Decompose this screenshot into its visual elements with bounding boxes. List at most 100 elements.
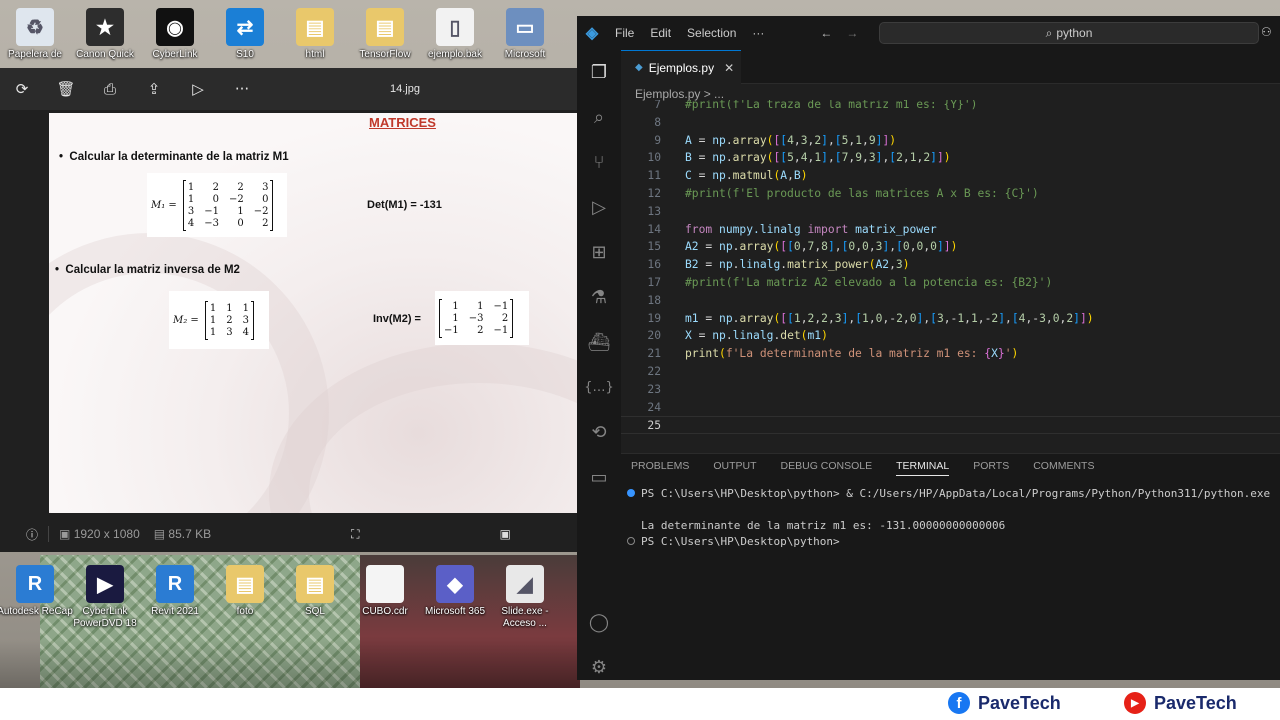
- slideshow-icon[interactable]: ▷: [176, 68, 220, 110]
- code-token: #print(f'La matriz A2 elevado a la poten…: [685, 276, 1053, 289]
- source-control-icon[interactable]: ⑂: [577, 140, 621, 185]
- code-line[interactable]: 18: [621, 292, 1280, 310]
- code-token: ,: [862, 151, 869, 165]
- code-token: A: [685, 133, 692, 147]
- rotate-icon[interactable]: ⟳: [0, 68, 44, 110]
- code-line[interactable]: 10 B = np.array([[5,4,1],[7,9,3],[2,1,2]]…: [621, 149, 1280, 167]
- account-icon[interactable]: ◯: [577, 600, 621, 645]
- menu-file[interactable]: File: [607, 26, 642, 40]
- code-line[interactable]: 17 #print(f'La matriz A2 elevado a la pot…: [621, 274, 1280, 292]
- tab-ejemplos-py[interactable]: ◆ Ejemplos.py ✕: [621, 50, 741, 84]
- desktop-shortcut[interactable]: CUBO.cdr: [345, 565, 425, 618]
- panel-tab-comments[interactable]: COMMENTS: [1033, 460, 1094, 476]
- code-editor[interactable]: 7 #print(f'La traza de la matriz m1 es: {…: [621, 100, 1280, 450]
- code-line[interactable]: 21 print(f'La determinante de la matriz m…: [621, 345, 1280, 363]
- fit-to-window-icon[interactable]: ⛶: [351, 527, 359, 542]
- matrix-cell: −1: [204, 205, 219, 217]
- code-token: array: [739, 240, 774, 254]
- back-arrow-icon[interactable]: ←: [820, 26, 832, 40]
- desktop-shortcut[interactable]: ▯ ejemplo.bak: [415, 8, 495, 61]
- desktop-shortcut[interactable]: R Revit 2021: [135, 565, 215, 618]
- code-token: X: [991, 347, 998, 361]
- code-line[interactable]: 24: [621, 399, 1280, 417]
- code-line[interactable]: 25: [621, 416, 1280, 435]
- code-line[interactable]: 11 C = np.matmul(A,B): [621, 167, 1280, 185]
- delete-icon[interactable]: 🗑: [44, 68, 88, 110]
- search-view-icon[interactable]: ⌕: [577, 95, 621, 140]
- desktop-shortcut-label: CyberLink: [152, 49, 198, 60]
- matrix-cell: 1: [209, 302, 217, 314]
- share-icon[interactable]: ⇪: [132, 68, 176, 110]
- code-token: 3: [936, 311, 944, 325]
- extensions-icon[interactable]: ⊞: [577, 230, 621, 275]
- code-token: ): [889, 133, 897, 147]
- desktop-shortcut[interactable]: ▭ Microsoft: [485, 8, 565, 61]
- desktop-shortcut[interactable]: ◢ Slide.exe - Acceso ...: [485, 565, 565, 630]
- panel-tab-terminal[interactable]: TERMINAL: [896, 460, 950, 476]
- desktop-shortcut[interactable]: ◉ CyberLink: [135, 8, 215, 61]
- panel-tab-ports[interactable]: PORTS: [973, 460, 1009, 476]
- menu-more[interactable]: ···: [744, 26, 772, 40]
- code-line[interactable]: 7 #print(f'La traza de la matriz m1 es: {…: [621, 100, 1280, 114]
- chat-icon[interactable]: ▭: [577, 455, 621, 500]
- more-options-icon[interactable]: ···: [220, 68, 264, 110]
- code-line[interactable]: 13: [621, 203, 1280, 221]
- menu-selection[interactable]: Selection: [679, 26, 744, 40]
- copilot-icon[interactable]: ⚇: [1261, 25, 1272, 39]
- code-token: 1: [862, 311, 869, 325]
- desktop-shortcut-label: ejemplo.bak: [428, 49, 482, 60]
- code-line[interactable]: 19 m1 = np.array([[1,2,2,3],[1,0,-2,0],[3…: [621, 310, 1280, 328]
- desktop-shortcut[interactable]: ▤ TensorFlow: [345, 8, 425, 61]
- print-icon[interactable]: ⎙: [88, 68, 132, 110]
- explorer-icon[interactable]: ❐: [577, 50, 621, 95]
- testing-icon[interactable]: ⚗: [577, 275, 621, 320]
- desktop-shortcut[interactable]: R Autodesk ReCap: [0, 565, 75, 618]
- matrix-cell: −2: [253, 205, 269, 217]
- desktop-shortcut[interactable]: ◆ Microsoft 365: [415, 565, 495, 618]
- desktop-shortcut[interactable]: ⇄ S10: [205, 8, 285, 61]
- slide-exe-icon: ◢: [506, 565, 544, 603]
- line-number: 19: [647, 311, 661, 325]
- command-center-search[interactable]: ⌕ python: [879, 22, 1259, 44]
- panel-tab-output[interactable]: OUTPUT: [713, 460, 756, 476]
- code-token: 0: [862, 240, 869, 254]
- docker-icon[interactable]: ⛴: [577, 320, 621, 365]
- code-line[interactable]: 14 from numpy.linalg import matrix_power: [621, 221, 1280, 239]
- code-line[interactable]: 20 X = np.linalg.det(m1): [621, 327, 1280, 345]
- close-tab-icon[interactable]: ✕: [724, 61, 734, 75]
- code-token: linalg: [732, 329, 774, 343]
- desktop-shortcut[interactable]: ▤ foto: [205, 565, 285, 618]
- code-line[interactable]: 23: [621, 381, 1280, 399]
- matrix-cell: 1: [187, 193, 195, 205]
- code-token: [: [855, 311, 863, 325]
- terminal-text: La determinante de la matriz m1 es: -131…: [641, 519, 1006, 532]
- desktop-shortcut[interactable]: ★ Canon Quick: [65, 8, 145, 61]
- youtube-icon: ▶: [1124, 692, 1146, 714]
- code-line[interactable]: 16 B2 = np.linalg.matrix_power(A2,3): [621, 256, 1280, 274]
- panel-tab-debug-console[interactable]: DEBUG CONSOLE: [781, 460, 873, 476]
- info-icon[interactable]: ⓘ: [26, 526, 38, 543]
- matrix-cell: 1: [209, 326, 217, 338]
- desktop-shortcut[interactable]: ▤ SQL: [275, 565, 355, 618]
- terminal[interactable]: PS C:\Users\HP\Desktop\python> & C:/User…: [627, 486, 1277, 550]
- fullscreen-icon[interactable]: ▣: [500, 527, 511, 541]
- run-debug-icon[interactable]: ▷: [577, 185, 621, 230]
- menu-edit[interactable]: Edit: [642, 26, 679, 40]
- matrix-cell: 3: [226, 326, 233, 338]
- code-token: .: [725, 329, 733, 343]
- code-line[interactable]: 15 A2 = np.array([[0,7,8],[0,0,3],[0,0,0]…: [621, 238, 1280, 256]
- remote-explorer-icon[interactable]: ⟲: [577, 410, 621, 455]
- matrix-cell: 2: [501, 312, 509, 324]
- desktop-shortcut[interactable]: ▶ CyberLink PowerDVD 18: [65, 565, 145, 630]
- code-token: ]: [1079, 311, 1087, 325]
- panel-tab-problems[interactable]: PROBLEMS: [631, 460, 689, 476]
- settings-gear-icon[interactable]: ⚙: [577, 645, 621, 690]
- desktop-shortcut[interactable]: ▤ html: [275, 8, 355, 61]
- desktop-shortcut[interactable]: ♻ Papelera de: [0, 8, 75, 61]
- forward-arrow-icon[interactable]: →: [846, 26, 858, 40]
- code-line[interactable]: 12 #print(f'El producto de las matrices A…: [621, 185, 1280, 203]
- code-line[interactable]: 22: [621, 363, 1280, 381]
- json-icon[interactable]: {…}: [577, 365, 621, 410]
- code-line[interactable]: 8: [621, 114, 1280, 132]
- code-line[interactable]: 9A = np.array([[4,3,2],[5,1,9]]): [621, 132, 1280, 150]
